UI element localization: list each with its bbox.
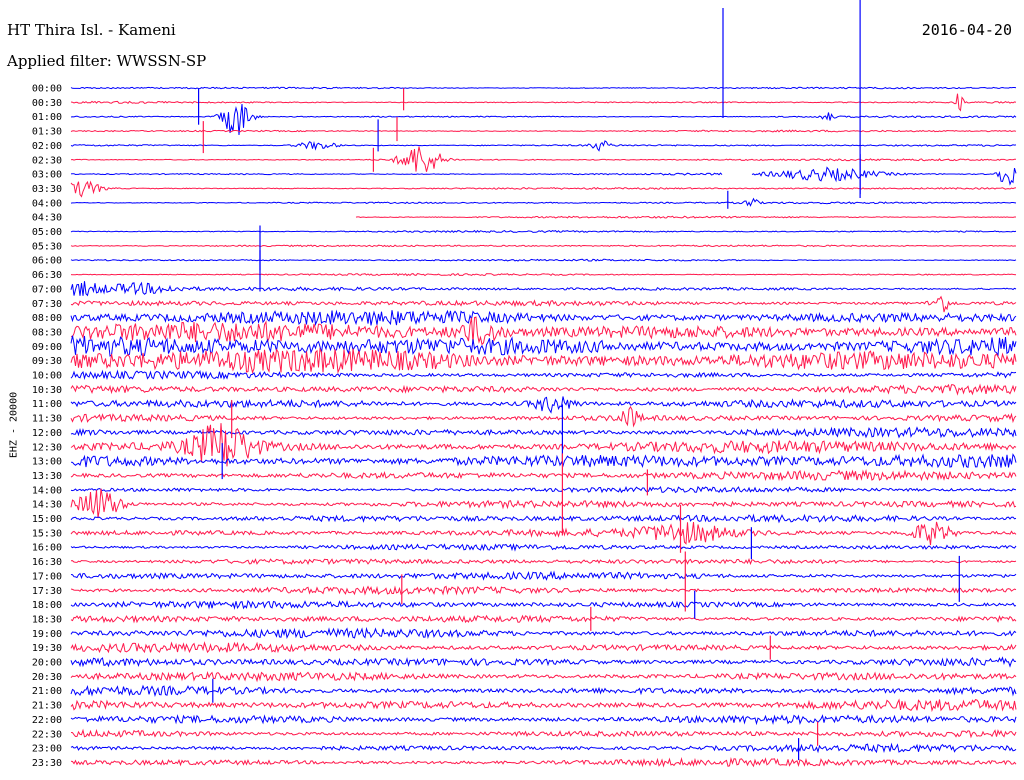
time-tick-label: 08:00 <box>32 313 62 324</box>
time-tick-label: 06:30 <box>32 270 62 281</box>
trace-line-0800 <box>70 309 1017 327</box>
trace-line-1900 <box>70 626 1017 639</box>
time-tick-label: 19:00 <box>32 629 62 640</box>
time-tick-label: 05:30 <box>32 241 62 252</box>
trace-line-1100 <box>70 396 1017 414</box>
trace-line-0930 <box>70 347 1017 375</box>
trace-line-2200 <box>70 714 1017 726</box>
trace-line-0300 <box>70 166 1017 186</box>
trace-line-0230 <box>70 146 1017 172</box>
trace-line-0430 <box>355 215 1016 219</box>
time-tick-label: 22:30 <box>32 729 62 740</box>
time-tick-label: 11:30 <box>32 414 62 425</box>
time-tick-label: 10:30 <box>32 385 62 396</box>
time-tick-label: 04:00 <box>32 198 62 209</box>
trace-line-1700 <box>70 570 1017 581</box>
time-tick-label: 15:00 <box>32 514 62 525</box>
trace-line-1600 <box>70 542 1017 552</box>
time-tick-label: 00:30 <box>32 98 62 109</box>
trace-line-1400 <box>70 485 1017 494</box>
time-tick-label: 21:00 <box>32 686 62 697</box>
trace-line-0000 <box>70 86 1017 90</box>
trace-line-0900 <box>70 335 1017 357</box>
trace-line-1930 <box>70 641 1017 654</box>
time-tick-label: 03:30 <box>32 184 62 195</box>
time-tick-label: 23:30 <box>32 758 62 769</box>
trace-line-1630 <box>70 558 1017 566</box>
time-tick-label: 20:30 <box>32 672 62 683</box>
trace-line-0400 <box>70 197 1017 207</box>
time-tick-label: 02:30 <box>32 155 62 166</box>
trace-line-1000 <box>70 369 1017 381</box>
trace-line-0030 <box>70 93 1017 112</box>
trace-line-1500 <box>70 513 1017 524</box>
trace-line-0200 <box>70 140 1017 152</box>
time-tick-label: 21:30 <box>32 701 62 712</box>
time-tick-label: 20:00 <box>32 658 62 669</box>
helicorder-plot: 00:00 00:30 01:00 01:30 02:00 02:30 03:00 03:30… <box>32 0 1017 769</box>
time-tick-label: 17:30 <box>32 586 62 597</box>
trace-line-2300 <box>70 742 1017 754</box>
time-tick-label: 04:30 <box>32 213 62 224</box>
trace-line-0130 <box>70 129 1017 133</box>
time-tick-label: 09:00 <box>32 342 62 353</box>
time-tick-label: 02:00 <box>32 141 62 152</box>
time-tick-label: 01:00 <box>32 112 62 123</box>
time-tick-label: 19:30 <box>32 643 62 654</box>
trace-line-1800 <box>70 599 1017 610</box>
time-tick-label: 11:00 <box>32 399 62 410</box>
time-tick-label: 10:00 <box>32 371 62 382</box>
trace-line-0330 <box>70 180 1017 198</box>
time-tick-label: 12:30 <box>32 442 62 453</box>
trace-line-1030 <box>70 383 1017 396</box>
time-tick-label: 14:30 <box>32 500 62 511</box>
time-tick-label: 06:00 <box>32 256 62 267</box>
time-tick-label: 05:00 <box>32 227 62 238</box>
time-tick-label: 14:00 <box>32 485 62 496</box>
time-tick-label: 08:30 <box>32 327 62 338</box>
time-tick-label: 09:30 <box>32 356 62 367</box>
trace-line-1130 <box>70 405 1017 428</box>
time-tick-label: 00:00 <box>32 84 62 95</box>
time-tick-label: 13:30 <box>32 471 62 482</box>
time-tick-label: 03:00 <box>32 170 62 181</box>
trace-line-0730 <box>70 295 1017 313</box>
trace-line-0700 <box>70 281 1017 297</box>
trace-line-2330 <box>70 756 1017 768</box>
time-tick-label: 15:30 <box>32 528 62 539</box>
trace-line-2000 <box>70 656 1017 668</box>
time-tick-label: 16:00 <box>32 543 62 554</box>
trace-line-0530 <box>70 244 1017 248</box>
trace-line-1530 <box>70 521 1017 546</box>
trace-line-1730 <box>70 585 1017 596</box>
time-tick-label: 12:00 <box>32 428 62 439</box>
trace-line-2230 <box>70 728 1017 739</box>
time-tick-label: 13:00 <box>32 457 62 468</box>
trace-line-1430 <box>70 488 1017 519</box>
seismogram-figure: HT Thira Isl. - Kameni Applied filter: W… <box>0 0 1024 780</box>
time-tick-label: 22:00 <box>32 715 62 726</box>
time-tick-label: 01:30 <box>32 127 62 138</box>
time-tick-label: 18:30 <box>32 614 62 625</box>
trace-line-1300 <box>70 453 1017 469</box>
time-tick-label: 07:00 <box>32 284 62 295</box>
time-tick-label: 23:00 <box>32 744 62 755</box>
trace-line-1830 <box>70 614 1017 624</box>
trace-line-0600 <box>70 258 1017 262</box>
trace-line-0630 <box>70 272 1017 277</box>
time-tick-label: 07:30 <box>32 299 62 310</box>
trace-line-1330 <box>70 469 1017 482</box>
trace-line-0500 <box>70 229 1017 234</box>
time-tick-label: 18:00 <box>32 600 62 611</box>
time-tick-label: 16:30 <box>32 557 62 568</box>
time-tick-label: 17:00 <box>32 571 62 582</box>
